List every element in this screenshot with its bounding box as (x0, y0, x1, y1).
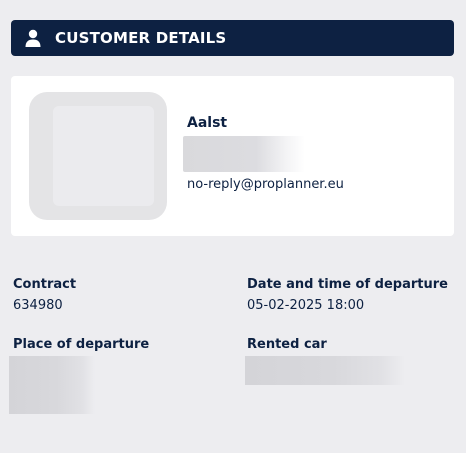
place-of-departure-label: Place of departure (13, 337, 150, 352)
redacted-place-of-departure (9, 356, 95, 414)
customer-details-header: CUSTOMER DETAILS (11, 20, 454, 56)
customer-email: no-reply@proplanner.eu (187, 177, 344, 192)
person-icon (25, 29, 41, 47)
avatar (29, 92, 167, 220)
contract-value: 634980 (13, 298, 63, 313)
redacted-rented-car (245, 356, 405, 385)
departure-time-label: Date and time of departure (247, 277, 448, 292)
redacted-info (183, 136, 305, 172)
contract-label: Contract (13, 277, 77, 292)
customer-name: Aalst (187, 115, 228, 131)
rented-car-label: Rented car (247, 337, 327, 352)
avatar-placeholder (53, 106, 154, 206)
customer-card: Aalst no-reply@proplanner.eu (11, 76, 454, 236)
section-title: CUSTOMER DETAILS (55, 29, 227, 47)
departure-time-value: 05-02-2025 18:00 (247, 298, 365, 313)
